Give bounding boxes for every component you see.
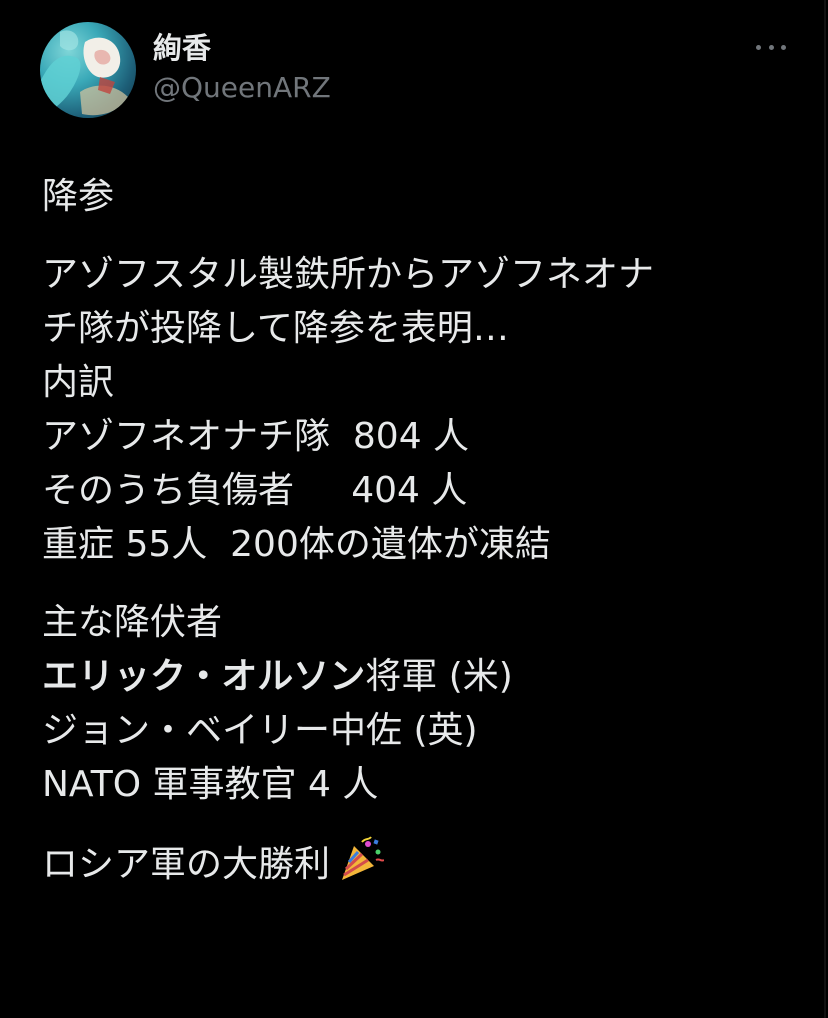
avatar[interactable] [40, 22, 136, 118]
scroll-edge [824, 0, 826, 1018]
avatar-image [40, 30, 128, 118]
post-header: 絢香 @QueenARZ [40, 22, 790, 118]
tweet-line: アゾフスタル製鉄所からアゾフネオナ [42, 254, 655, 295]
display-name[interactable]: 絢香 [153, 30, 331, 66]
rank-text: 将軍 (米) [365, 656, 513, 697]
tweet-line: ジョン・ベイリー中佐 (英) [42, 710, 478, 751]
tweet-line: 内訳 [42, 362, 115, 403]
user-handle[interactable]: @QueenARZ [153, 68, 331, 108]
more-options-icon[interactable] [756, 42, 786, 52]
tweet-line-last: ロシア軍の大勝利 [42, 836, 802, 890]
victory-text: ロシア軍の大勝利 [42, 844, 331, 885]
tweet-line: 降参 [42, 176, 115, 217]
tweet-line: チ隊が投降して降参を表明… [42, 308, 509, 349]
tweet-line: 重症 55人 200体の遺体が凍結 [42, 524, 551, 565]
bold-name: エリック・オルソン [42, 656, 366, 697]
tweet-line-bold: エリック・オルソン将軍 (米) [42, 650, 802, 704]
tweet-line: 主な降伏者 [42, 602, 223, 643]
tweet-text: 降参 アゾフスタル製鉄所からアゾフネオナ チ隊が投降して降参を表明… 内訳 アゾ… [42, 170, 802, 890]
tweet-line: アゾフネオナチ隊 804 人 [42, 416, 470, 457]
tweet-line: NATO 軍事教官 4 人 [42, 764, 379, 805]
party-popper-icon [342, 836, 385, 880]
tweet-line: そのうち負傷者 404 人 [42, 470, 468, 511]
user-block[interactable]: 絢香 @QueenARZ [153, 30, 331, 108]
